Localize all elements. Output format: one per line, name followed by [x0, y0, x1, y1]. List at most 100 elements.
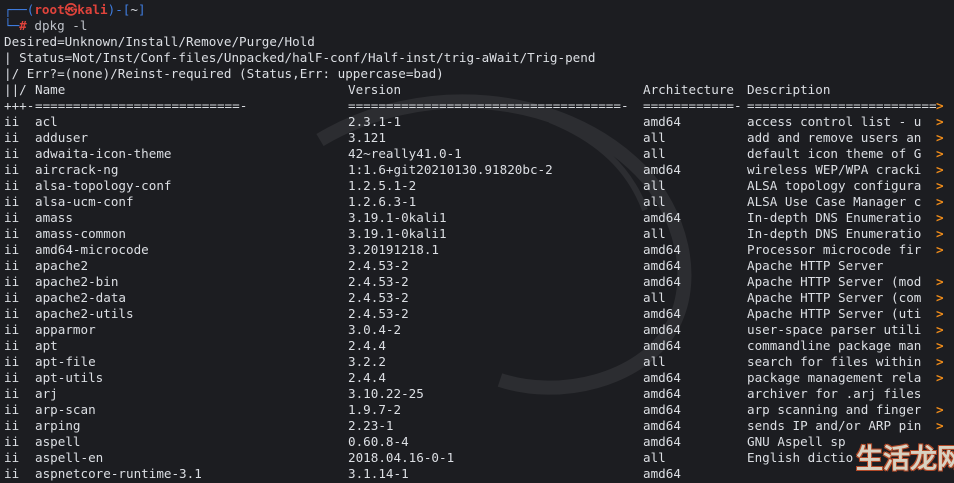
pkg-architecture: amd64: [643, 242, 681, 257]
pkg-version: 0.60.8-4: [348, 434, 409, 449]
column-header-row: ||/ Name Version Architecture Descriptio…: [4, 82, 950, 98]
pkg-name: adwaita-icon-theme: [35, 146, 172, 161]
pkg-overflow-arrow: >: [936, 418, 944, 433]
pkg-description: In-depth DNS Enumeratio: [747, 226, 922, 241]
pkg-overflow-arrow: >: [936, 402, 944, 417]
pkg-status: ii: [4, 194, 20, 209]
pkg-name: apt-utils: [35, 370, 104, 385]
pkg-version: 2.4.4: [348, 338, 386, 353]
pkg-status: ii: [4, 210, 20, 225]
pkg-status: ii: [4, 274, 20, 289]
pkg-status: ii: [4, 146, 20, 161]
column-rule-row: +++- ===========================- ======…: [4, 98, 950, 114]
pkg-overflow-arrow: >: [936, 226, 944, 241]
pkg-name: amass: [35, 210, 73, 225]
pkg-architecture: amd64: [643, 114, 681, 129]
package-row: ii apache2-bin 2.4.53-2 amd64 Apache HTTP Se…: [4, 274, 950, 290]
pkg-description: ALSA Use Case Manager c: [747, 194, 922, 209]
pkg-name: adduser: [35, 130, 89, 145]
pkg-status: ii: [4, 290, 20, 305]
pkg-version: 1:1.6+git20210130.91820bc-2: [348, 162, 553, 177]
pkg-description: GNU Aspell sp: [747, 434, 846, 449]
pkg-version: 3.121: [348, 130, 386, 145]
pkg-architecture: amd64: [643, 322, 681, 337]
pkg-description: access control list - u: [747, 114, 922, 129]
pkg-status: ii: [4, 418, 20, 433]
pkg-name: apache2-utils: [35, 306, 134, 321]
package-row: ii acl 2.3.1-1 amd64 access control list - u…: [4, 114, 950, 130]
pkg-architecture: amd64: [643, 274, 681, 289]
pkg-status: ii: [4, 162, 20, 177]
package-row: ii apache2 2.4.53-2 amd64 Apache HTTP Server: [4, 258, 950, 274]
pkg-description: Apache HTTP Server: [747, 258, 884, 273]
package-row: ii apache2-data 2.4.53-2 all Apache HTTP Ser…: [4, 290, 950, 306]
pkg-description: Apache HTTP Server (mod: [747, 274, 922, 289]
pkg-architecture: all: [643, 226, 666, 241]
pkg-overflow-arrow: >: [936, 146, 944, 161]
pkg-overflow-arrow: >: [936, 242, 944, 257]
legend-status: | Status=Not/Inst/Conf-files/Unpacked/ha…: [4, 50, 596, 65]
pkg-status: ii: [4, 178, 20, 193]
pkg-name: aspell: [35, 434, 81, 449]
package-row: ii apt-file 3.2.2 all search for files withi…: [4, 354, 950, 370]
pkg-architecture: amd64: [643, 402, 681, 417]
pkg-name: aspnetcore-runtime-3.1: [35, 466, 202, 481]
pkg-version: 1.9.7-2: [348, 402, 402, 417]
package-row: ii aircrack-ng 1:1.6+git20210130.91820bc-2…: [4, 162, 950, 178]
pkg-overflow-arrow: >: [936, 370, 944, 385]
package-row: ii arp-scan 1.9.7-2 amd64 arp scanning and f…: [4, 402, 950, 418]
pkg-name: amd64-microcode: [35, 242, 149, 257]
package-row: ii amass-common 3.19.1-0kali1 all In-depth D…: [4, 226, 950, 242]
col-header-architecture: Architecture: [643, 82, 734, 97]
pkg-version: 3.2.2: [348, 354, 386, 369]
pkg-name: arp-scan: [35, 402, 96, 417]
pkg-version: 3.19.1-0kali1: [348, 226, 447, 241]
pkg-overflow-arrow: >: [936, 354, 944, 369]
legend-desired: Desired=Unknown/Install/Remove/Purge/Hol…: [4, 34, 315, 49]
pkg-architecture: amd64: [643, 434, 681, 449]
overflow-arrow: >: [936, 98, 944, 113]
terminal-window[interactable]: ┌──(root㉿kali)-[~] └─# dpkg -l Desired=U…: [0, 0, 954, 483]
package-row: ii apache2-utils 2.4.53-2 amd64 Apache HTTP …: [4, 306, 950, 322]
prompt-line: ┌──(root㉿kali)-[~]: [4, 2, 146, 18]
package-row: ii alsa-ucm-conf 1.2.6.3-1 all ALSA Use Case…: [4, 194, 950, 210]
pkg-description: Apache HTTP Server (com: [747, 290, 922, 305]
pkg-architecture: amd64: [643, 370, 681, 385]
col-header-version: Version: [348, 82, 402, 97]
package-row: ii alsa-topology-conf 1.2.5.1-2 all ALSA top…: [4, 178, 950, 194]
pkg-architecture: all: [643, 450, 666, 465]
pkg-version: 2018.04.16-0-1: [348, 450, 455, 465]
pkg-architecture: all: [643, 178, 666, 193]
package-row: ii apt-utils 2.4.4 amd64 package management …: [4, 370, 950, 386]
pkg-architecture: amd64: [643, 306, 681, 321]
pkg-description: Processor microcode fir: [747, 242, 922, 257]
pkg-name: apparmor: [35, 322, 96, 337]
pkg-version: 3.10.22-25: [348, 386, 424, 401]
pkg-architecture: all: [643, 194, 666, 209]
pkg-name: apache2-data: [35, 290, 126, 305]
command-line[interactable]: └─# dpkg -l: [4, 18, 87, 34]
command-text: dpkg -l: [34, 18, 88, 33]
package-row: ii amd64-microcode 3.20191218.1 amd64 Proces…: [4, 242, 950, 258]
pkg-description: wireless WEP/WPA cracki: [747, 162, 922, 177]
pkg-architecture: amd64: [643, 386, 681, 401]
prompt-frame-close: ]: [137, 2, 146, 17]
pkg-description: package management rela: [747, 370, 922, 385]
pkg-status: ii: [4, 258, 20, 273]
pkg-status: ii: [4, 306, 20, 321]
pkg-status: ii: [4, 450, 20, 465]
rule-flags: +++-: [4, 98, 35, 113]
pkg-overflow-arrow: >: [936, 274, 944, 289]
package-row: ii adwaita-icon-theme 42~really41.0-1 all de…: [4, 146, 950, 162]
prompt-frame-bottom: └─: [4, 18, 20, 33]
pkg-overflow-arrow: >: [936, 290, 944, 305]
pkg-overflow-arrow: >: [936, 322, 944, 337]
rule-name: ===========================-: [35, 98, 248, 113]
pkg-description: ALSA topology configura: [747, 178, 922, 193]
pkg-architecture: all: [643, 146, 666, 161]
pkg-version: 2.4.53-2: [348, 274, 409, 289]
package-row: ii aspell-en 2018.04.16-0-1 all English dict…: [4, 450, 950, 466]
pkg-version: 2.23-1: [348, 418, 394, 433]
col-header-description: Description: [747, 82, 831, 97]
pkg-status: ii: [4, 370, 20, 385]
